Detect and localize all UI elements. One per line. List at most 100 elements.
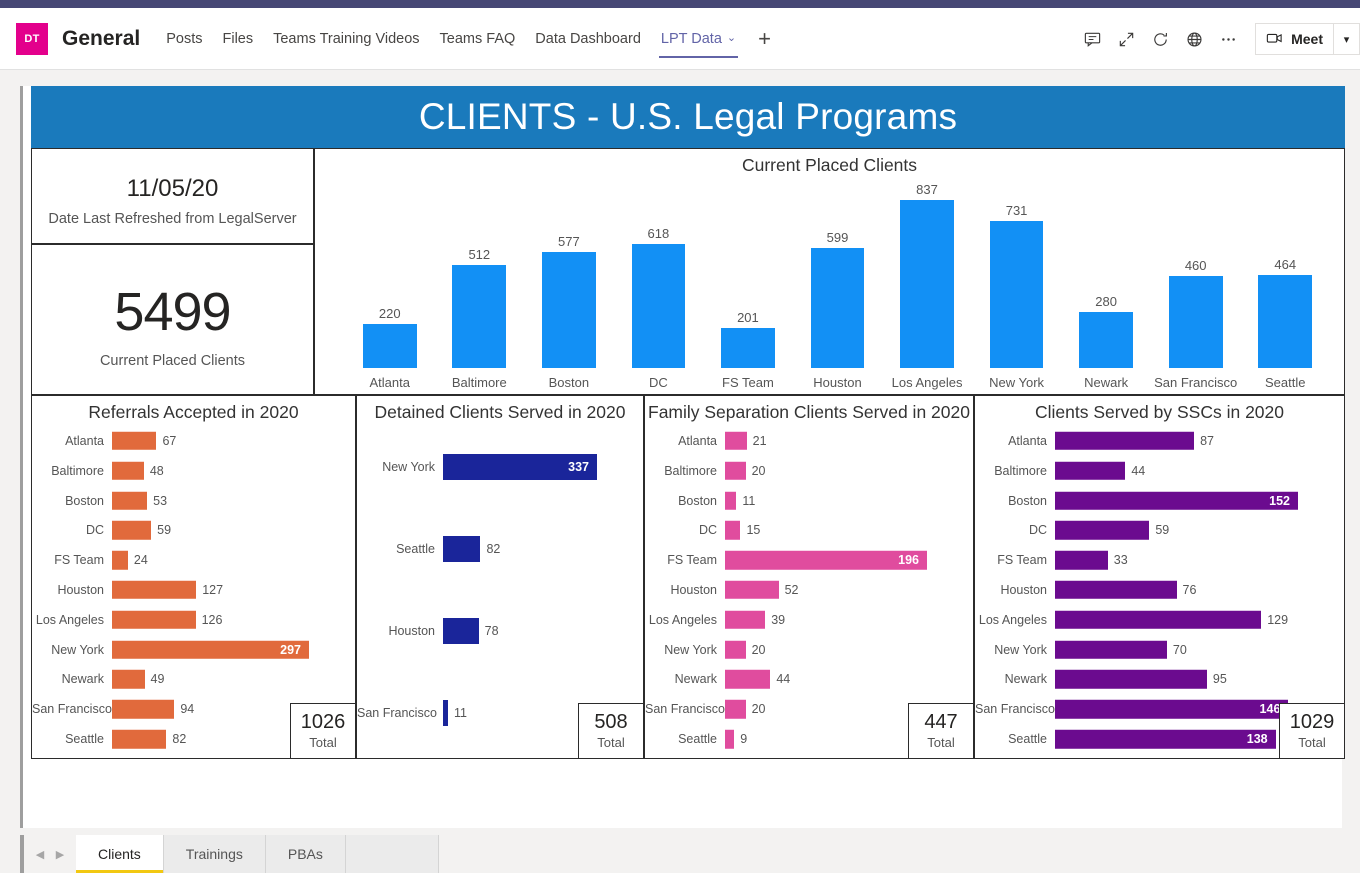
bar-baltimore[interactable]: [725, 461, 746, 480]
bar-row[interactable]: Newark 49: [32, 665, 355, 695]
page-prev-arrow[interactable]: ◀: [30, 835, 50, 873]
bar-los-angeles[interactable]: [1055, 610, 1262, 630]
tab-posts[interactable]: Posts: [156, 8, 212, 70]
bar-houston[interactable]: [810, 247, 865, 368]
bar-row[interactable]: New York 70: [975, 635, 1344, 665]
bar-san-francisco[interactable]: [1055, 700, 1289, 719]
bar-row[interactable]: Newark 95: [975, 665, 1344, 695]
page-next-arrow[interactable]: ▶: [50, 835, 70, 873]
chart-detained-clients[interactable]: Detained Clients Served in 2020 New York…: [356, 395, 644, 759]
bar-baltimore[interactable]: [1055, 461, 1126, 480]
bar-los-angeles[interactable]: [725, 610, 766, 630]
bar-newark[interactable]: [1055, 670, 1207, 689]
bar-san-francisco[interactable]: [725, 700, 746, 719]
bar-houston[interactable]: [112, 580, 197, 600]
bar-row[interactable]: Los Angeles 39: [645, 605, 973, 635]
bar-newark[interactable]: [725, 670, 771, 689]
bar-fs-team[interactable]: [112, 550, 128, 570]
bar-atlanta[interactable]: [362, 323, 417, 368]
bar-row[interactable]: Atlanta 67: [32, 426, 355, 456]
bar-row[interactable]: New York 297: [32, 635, 355, 665]
chat-icon[interactable]: [1075, 22, 1109, 56]
meet-button[interactable]: Meet: [1255, 23, 1334, 55]
meet-dropdown-caret[interactable]: ▾: [1334, 23, 1360, 55]
bar-row[interactable]: DC 15: [645, 515, 973, 545]
tab-teams-training-videos[interactable]: Teams Training Videos: [263, 8, 429, 70]
page-tab-trainings[interactable]: Trainings: [163, 835, 266, 873]
bar-dc[interactable]: [112, 521, 152, 540]
bar-row[interactable]: Boston 11: [645, 486, 973, 516]
bar-dc[interactable]: [1055, 521, 1150, 540]
bar-row[interactable]: Los Angeles 129: [975, 605, 1344, 635]
bar-seattle[interactable]: [443, 536, 481, 562]
bar-row[interactable]: Seattle 82: [357, 508, 643, 590]
bar-row[interactable]: Houston 52: [645, 575, 973, 605]
bar-boston[interactable]: [1055, 491, 1298, 510]
chart-family-separation-clients[interactable]: Family Separation Clients Served in 2020…: [644, 395, 974, 759]
bar-row[interactable]: Houston 76: [975, 575, 1344, 605]
expand-icon[interactable]: [1109, 22, 1143, 56]
bar-row[interactable]: FS Team 33: [975, 545, 1344, 575]
bar-new-york[interactable]: [725, 640, 746, 659]
bar-new-york[interactable]: [1055, 640, 1167, 659]
bar-row[interactable]: FS Team 24: [32, 545, 355, 575]
bar-newark[interactable]: [112, 670, 145, 689]
bar-san-francisco[interactable]: [112, 700, 175, 719]
bar-row[interactable]: Baltimore 20: [645, 456, 973, 486]
chevron-down-icon[interactable]: ⌄: [727, 33, 736, 44]
bar-fs-team[interactable]: [1055, 550, 1108, 570]
bar-row[interactable]: Houston 78: [357, 590, 643, 672]
bar-row[interactable]: Atlanta 21: [645, 426, 973, 456]
tab-data-dashboard[interactable]: Data Dashboard: [525, 8, 651, 70]
bar-row[interactable]: Newark 44: [645, 665, 973, 695]
tab-teams-faq[interactable]: Teams FAQ: [430, 8, 526, 70]
bar-los-angeles[interactable]: [112, 610, 196, 630]
bar-row[interactable]: Baltimore 44: [975, 456, 1344, 486]
globe-icon[interactable]: [1177, 22, 1211, 56]
bar-row[interactable]: New York 337: [357, 426, 643, 508]
bar-seattle[interactable]: [1055, 729, 1276, 749]
bar-row[interactable]: Boston 152: [975, 486, 1344, 516]
bar-boston[interactable]: [542, 251, 596, 368]
bar-seattle[interactable]: [1258, 274, 1313, 368]
bar-row[interactable]: New York 20: [645, 635, 973, 665]
bar-fs-team[interactable]: [721, 327, 775, 368]
page-tab-pbas[interactable]: PBAs: [265, 835, 346, 873]
bar-houston[interactable]: [725, 580, 779, 600]
more-options-icon[interactable]: [1211, 22, 1245, 56]
bar-dc[interactable]: [725, 521, 741, 540]
add-tab-button[interactable]: +: [746, 8, 783, 70]
bar-seattle[interactable]: [112, 729, 167, 749]
bar-los-angeles[interactable]: [900, 199, 954, 368]
chart-referrals-accepted[interactable]: Referrals Accepted in 2020 Atlanta 67 Balt…: [31, 395, 356, 759]
kpi-card-last-refreshed[interactable]: 11/05/20 Date Last Refreshed from LegalS…: [31, 148, 314, 244]
bar-houston[interactable]: [443, 618, 479, 644]
tab-lpt-data[interactable]: LPT Data ⌄: [651, 8, 746, 70]
bar-seattle[interactable]: [725, 729, 735, 749]
bar-boston[interactable]: [112, 491, 148, 510]
bar-houston[interactable]: [1055, 580, 1177, 600]
chart-clients-served-by-sscs[interactable]: Clients Served by SSCs in 2020 Atlanta 87…: [974, 395, 1345, 759]
bar-row[interactable]: Houston 127: [32, 575, 355, 605]
chart-current-placed-clients[interactable]: Current Placed Clients 220 Atlanta 512 Balt…: [314, 148, 1345, 395]
bar-row[interactable]: Boston 53: [32, 486, 355, 516]
page-tab-clients[interactable]: Clients: [76, 835, 164, 873]
bar-row[interactable]: DC 59: [975, 515, 1344, 545]
bar-row[interactable]: Baltimore 48: [32, 456, 355, 486]
bar-baltimore[interactable]: [452, 265, 507, 368]
bar-row[interactable]: DC 59: [32, 515, 355, 545]
kpi-card-current-placed-clients[interactable]: 5499 Current Placed Clients: [31, 244, 314, 395]
bar-san-francisco[interactable]: [1168, 275, 1223, 368]
bar-baltimore[interactable]: [112, 461, 144, 480]
bar-row[interactable]: Los Angeles 126: [32, 605, 355, 635]
bar-row[interactable]: FS Team 196: [645, 545, 973, 575]
bar-row[interactable]: Atlanta 87: [975, 426, 1344, 456]
bar-atlanta[interactable]: [1055, 431, 1195, 451]
bar-fs-team[interactable]: [725, 550, 927, 570]
bar-atlanta[interactable]: [725, 431, 747, 451]
bar-dc[interactable]: [631, 243, 686, 368]
bar-newark[interactable]: [1079, 311, 1133, 368]
tab-files[interactable]: Files: [212, 8, 263, 70]
bar-atlanta[interactable]: [112, 431, 157, 451]
refresh-icon[interactable]: [1143, 22, 1177, 56]
